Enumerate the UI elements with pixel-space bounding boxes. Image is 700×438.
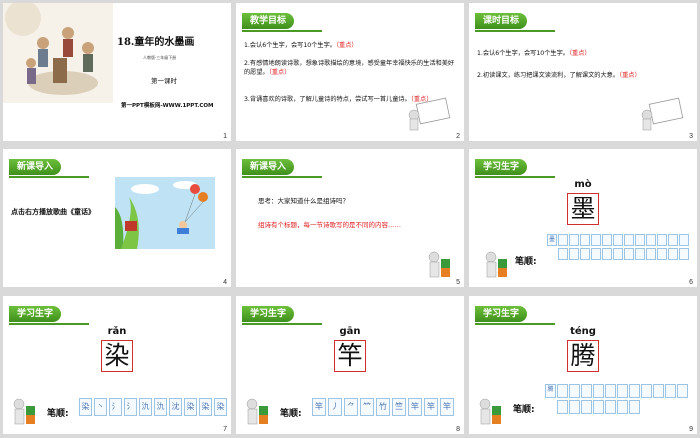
footer-credit: 第一PPT模板网-WWW.1PPT.COM [121,103,214,109]
stroke-order-label: 笔顺: [513,405,535,415]
character-box: 墨 [567,193,599,225]
pinyin: gān [339,326,361,337]
slide-thumbnail-4[interactable]: 新课导入 点击右方播放歌曲《童话》 4 [3,149,231,287]
section-tag: 学习生字 [9,306,62,322]
slide-thumbnail-3[interactable]: 课时目标 1.会认6个生字，会写10个生字。（重点） 2.初读课文，练习把课文读… [469,3,697,141]
section-tag: 教学目标 [242,13,295,29]
figure-with-blocks-icon [428,251,450,278]
slide-number: 1 [223,133,227,140]
figure-with-blocks-icon [479,398,501,425]
figure-with-paper-icon [641,97,684,131]
slide-thumbnail-8[interactable]: 学习生字 gān 竿 笔顺: 竿 丿 ⺈ 𥫗 竹 竺 竿 竿 竿 8 [236,296,464,434]
character-box: 竿 [334,340,366,372]
slide-number: 6 [689,279,693,286]
figure-with-blocks-icon [485,251,507,278]
stroke-order-label: 笔顺: [515,257,537,267]
tag-underline [9,176,89,178]
tag-underline [9,323,89,325]
tag-underline [475,176,555,178]
pinyin: téng [570,326,596,337]
tag-underline [475,30,555,32]
figure-with-paper-icon [408,97,451,131]
play-song-prompt[interactable]: 点击右方播放歌曲《童话》 [11,207,95,217]
objective-2: 2.初读课文，练习把课文读流利，了解课文的大意。（重点） [477,72,641,79]
slide-thumbnail-1[interactable]: 18.童年的水墨画 人教版·三年级下册 第一课时 第一PPT模板网-WWW.1P… [3,3,231,141]
section-tag: 新课导入 [9,159,62,175]
section-tag: 新课导入 [242,159,295,175]
slide-number: 7 [223,426,227,433]
objective-2: 2.有感情地朗读诗歌，想象诗歌描绘的意境，感受童年幸福快乐的生活和美好的愿望。（… [244,60,455,76]
slide-number: 4 [223,279,227,286]
figure-with-blocks-icon [13,398,35,425]
slide-thumbnail-6[interactable]: 学习生字 mò 墨 墨 笔顺: 6 [469,149,697,287]
slide-thumbnail-2[interactable]: 教学目标 1.会认6个生字，会写10个生字。（重点） 2.有感情地朗读诗歌，想象… [236,3,464,141]
slide-thumbnail-7[interactable]: 学习生字 rǎn 染 笔顺: 染 丶 氵 氵 氿 氿 沈 染 染 染 7 [3,296,231,434]
stroke-order-label: 笔顺: [47,409,69,419]
pinyin: rǎn [107,326,127,337]
slide-number: 8 [456,426,460,433]
section-tag: 学习生字 [242,306,295,322]
slide-number: 5 [456,279,460,286]
slide-number: 2 [456,133,460,140]
question-text: 思考：大家知道什么是组诗吗？ [258,197,349,205]
answer-text: 组诗有个标题，每一节诗歌写的是不同的内容…… [258,221,401,229]
section-tag: 学习生字 [475,306,528,322]
slide-number: 9 [689,426,693,433]
tag-underline [242,176,322,178]
tag-underline [475,323,555,325]
objective-1: 1.会认6个生字，会写10个生字。（重点） [477,50,591,57]
lesson-subtitle: 人教版·三年级下册 [143,55,177,60]
stroke-order-label: 笔顺: [280,409,302,419]
balloon-child-illustration[interactable] [115,177,215,249]
character-box: 腾 [567,340,599,372]
tag-underline [242,30,322,32]
section-tag: 学习生字 [475,159,528,175]
figure-with-blocks-icon [246,398,268,425]
slide-thumbnail-5[interactable]: 新课导入 思考：大家知道什么是组诗吗？ 组诗有个标题，每一节诗歌写的是不同的内容… [236,149,464,287]
character-box: 染 [101,340,133,372]
lesson-title: 18.童年的水墨画 [117,37,195,48]
objective-1: 1.会认6个生字，会写10个生字。（重点） [244,42,358,49]
pinyin: mò [574,179,592,190]
slide-thumbnail-9[interactable]: 学习生字 téng 腾 笔顺: 腾 9 [469,296,697,434]
slide-number: 3 [689,133,693,140]
section-tag: 课时目标 [475,13,528,29]
tag-underline [242,323,322,325]
children-ink-painting [3,3,113,103]
lesson-period: 第一课时 [151,77,177,85]
